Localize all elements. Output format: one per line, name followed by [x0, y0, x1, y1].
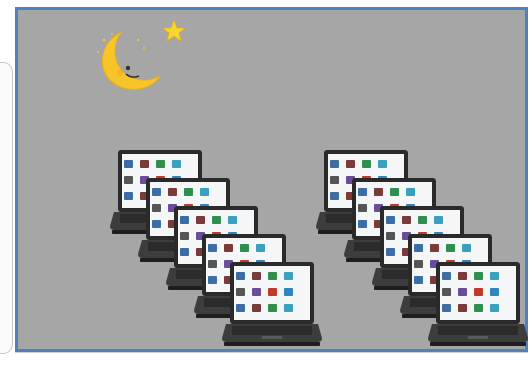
side-panel-edge: [0, 62, 13, 354]
crescent-moon-icon: [97, 18, 186, 90]
laptop-icon-right-5: [428, 262, 528, 346]
bottom-divider: [15, 352, 528, 353]
slide-canvas: [15, 7, 528, 352]
laptop-icon-left-5: [222, 262, 322, 346]
